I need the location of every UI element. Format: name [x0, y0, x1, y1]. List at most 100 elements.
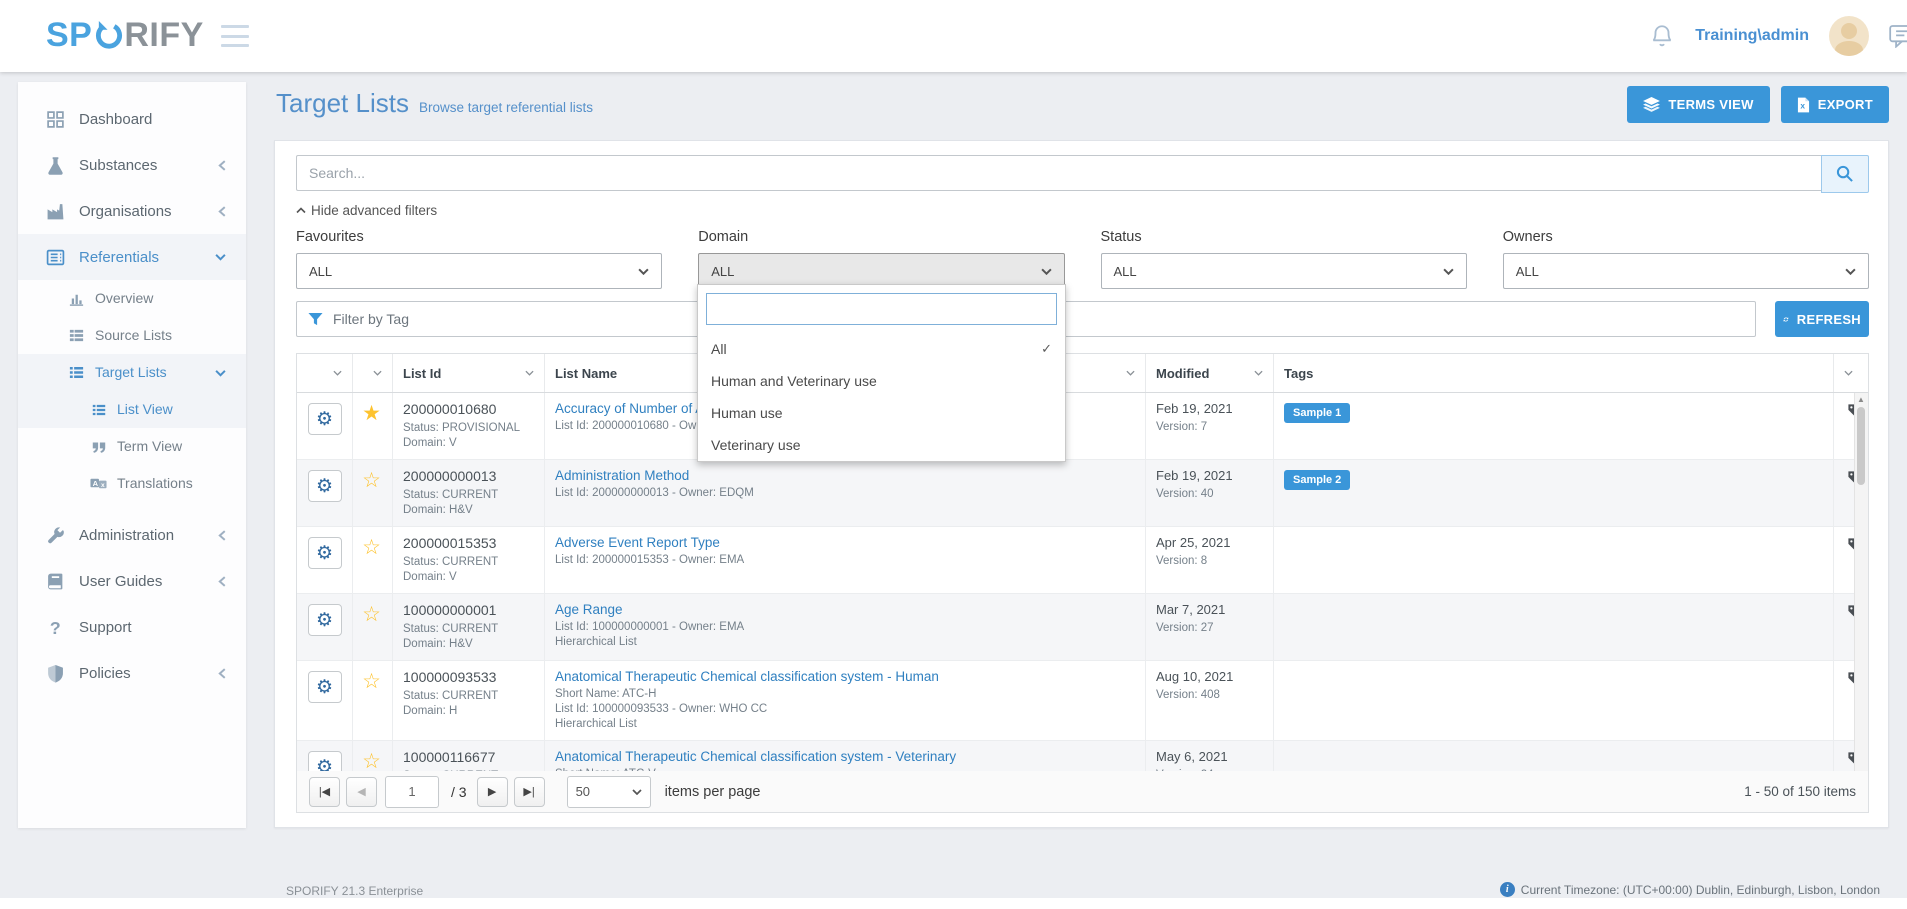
sidebar-item-user-guides[interactable]: User Guides — [18, 558, 246, 604]
sporify-logo[interactable]: SP RIFY — [46, 16, 204, 55]
sidebar-item-dashboard[interactable]: Dashboard — [18, 96, 246, 142]
owners-select[interactable]: ALL — [1503, 253, 1869, 289]
sidebar-item-referentials[interactable]: Referentials — [18, 234, 246, 280]
page-size-select[interactable]: 50 — [567, 776, 651, 808]
list-name-link[interactable]: Administration Method — [555, 468, 1135, 483]
page-number-input[interactable] — [385, 776, 439, 808]
gear-icon[interactable]: ⚙ — [308, 537, 342, 569]
column-label: Tags — [1284, 366, 1313, 381]
star-outline-icon[interactable]: ☆ — [362, 670, 381, 693]
sidebar-item-label: Support — [79, 619, 132, 636]
star-outline-icon[interactable]: ☆ — [362, 750, 381, 773]
list-domain: Domain: H&V — [403, 503, 534, 518]
sidebar-item-translations[interactable]: Ax Translations — [18, 465, 246, 502]
export-label: EXPORT — [1818, 97, 1873, 112]
translate-icon: Ax — [90, 475, 107, 492]
sidebar-item-label: Substances — [79, 157, 157, 174]
table-scrollbar[interactable]: ▲ — [1854, 393, 1868, 773]
sidebar-item-administration[interactable]: Administration — [18, 512, 246, 558]
sidebar-item-term-view[interactable]: Term View — [18, 428, 246, 465]
chevron-down-icon — [1126, 370, 1135, 376]
star-outline-icon[interactable]: ☆ — [362, 469, 381, 492]
star-outline-icon[interactable]: ☆ — [362, 536, 381, 559]
list-icon — [90, 401, 107, 418]
modified-cell: Mar 7, 2021Version: 27 — [1146, 594, 1274, 660]
menu-toggle-icon[interactable] — [221, 25, 249, 47]
list-name-link[interactable]: Anatomical Therapeutic Chemical classifi… — [555, 749, 1135, 764]
list-name-link[interactable]: Anatomical Therapeutic Chemical classifi… — [555, 669, 1135, 684]
sidebar-item-organisations[interactable]: Organisations — [18, 188, 246, 234]
gear-icon[interactable]: ⚙ — [308, 403, 342, 435]
gear-icon[interactable]: ⚙ — [308, 751, 342, 773]
chat-icon[interactable] — [1889, 24, 1907, 48]
status-select[interactable]: ALL — [1101, 253, 1467, 289]
current-user[interactable]: Training\admin — [1695, 27, 1809, 45]
tags-column-header[interactable]: Tags — [1274, 354, 1834, 392]
sidebar-item-support[interactable]: ? Support — [18, 604, 246, 650]
tags-cell: Sample 2 — [1274, 460, 1834, 526]
domain-option[interactable]: Human use — [698, 397, 1065, 429]
domain-option[interactable]: Veterinary use — [698, 429, 1065, 461]
scrollbar-thumb[interactable] — [1857, 407, 1865, 485]
first-page-button[interactable]: |◀ — [309, 777, 340, 807]
tag-badge: Sample 1 — [1284, 403, 1350, 423]
sidebar-item-policies[interactable]: Policies — [18, 650, 246, 696]
modified-cell: Feb 19, 2021Version: 40 — [1146, 460, 1274, 526]
list-name-link[interactable]: Age Range — [555, 602, 1135, 617]
modified-date: Feb 19, 2021 — [1156, 468, 1263, 483]
favourite-column-header[interactable] — [353, 354, 393, 392]
flask-icon — [46, 156, 65, 175]
modified-column-header[interactable]: Modified — [1146, 354, 1274, 392]
domain-dropdown-panel: All✓Human and Veterinary useHuman useVet… — [697, 284, 1066, 462]
chevron-down-icon — [333, 370, 342, 376]
page-title: Target Lists — [276, 88, 409, 119]
star-filled-icon[interactable]: ★ — [362, 402, 381, 425]
list-id-column-header[interactable]: List Id — [393, 354, 545, 392]
list-name-cell: Anatomical Therapeutic Chemical classifi… — [545, 741, 1146, 773]
last-page-button[interactable]: ▶| — [514, 777, 545, 807]
gear-icon[interactable]: ⚙ — [308, 604, 342, 636]
domain-dropdown-search-input[interactable] — [706, 293, 1057, 325]
domain-option[interactable]: All✓ — [698, 333, 1065, 365]
gear-icon[interactable]: ⚙ — [308, 470, 342, 502]
favourites-value: ALL — [309, 264, 332, 279]
favourite-cell: ☆ — [353, 661, 393, 740]
list-id-value: 200000015353 — [403, 535, 534, 551]
previous-page-button[interactable]: ◀ — [346, 777, 377, 807]
book-icon — [46, 572, 65, 591]
hide-advanced-filters-link[interactable]: Hide advanced filters — [296, 203, 437, 218]
sidebar-item-label: Policies — [79, 665, 131, 682]
factory-icon — [46, 202, 65, 221]
next-page-button[interactable]: ▶ — [477, 777, 508, 807]
search-input[interactable] — [296, 155, 1821, 191]
pagination-bar: |◀ ◀ / 3 ▶ ▶| 50 items per page 1 - 50 o… — [296, 771, 1869, 813]
list-status: Status: CURRENT — [403, 689, 534, 704]
refresh-label: REFRESH — [1797, 312, 1861, 327]
user-avatar[interactable] — [1829, 16, 1869, 56]
favourites-select[interactable]: ALL — [296, 253, 662, 289]
sidebar-item-target-lists[interactable]: Target Lists — [18, 354, 246, 391]
list-name-link[interactable]: Adverse Event Report Type — [555, 535, 1135, 550]
domain-option[interactable]: Human and Veterinary use — [698, 365, 1065, 397]
status-value: ALL — [1114, 264, 1137, 279]
terms-view-button[interactable]: TERMS VIEW — [1627, 86, 1769, 123]
sidebar-item-source-lists[interactable]: Source Lists — [18, 317, 246, 354]
settings-column-header[interactable] — [297, 354, 353, 392]
export-button[interactable]: x EXPORT — [1781, 86, 1889, 123]
scrollbar-up-arrow[interactable]: ▲ — [1857, 395, 1865, 404]
sidebar-item-overview[interactable]: Overview — [18, 280, 246, 317]
list-id-cell: 100000116677Status: CURRENTDomain: V — [393, 741, 545, 773]
favourite-cell: ☆ — [353, 741, 393, 773]
gear-icon[interactable]: ⚙ — [308, 671, 342, 703]
owners-label: Owners — [1503, 229, 1869, 245]
tags-menu-header[interactable] — [1834, 354, 1868, 392]
sidebar-item-substances[interactable]: Substances — [18, 142, 246, 188]
sidebar-item-label: User Guides — [79, 573, 162, 590]
table-row: ⚙ ☆ 100000116677Status: CURRENTDomain: V An… — [297, 741, 1868, 773]
notifications-bell-icon[interactable] — [1649, 23, 1675, 49]
refresh-button[interactable]: REFRESH — [1775, 301, 1869, 337]
row-settings-cell: ⚙ — [297, 741, 353, 773]
star-outline-icon[interactable]: ☆ — [362, 603, 381, 626]
sidebar-item-list-view[interactable]: List View — [18, 391, 246, 428]
search-button[interactable] — [1821, 155, 1869, 193]
